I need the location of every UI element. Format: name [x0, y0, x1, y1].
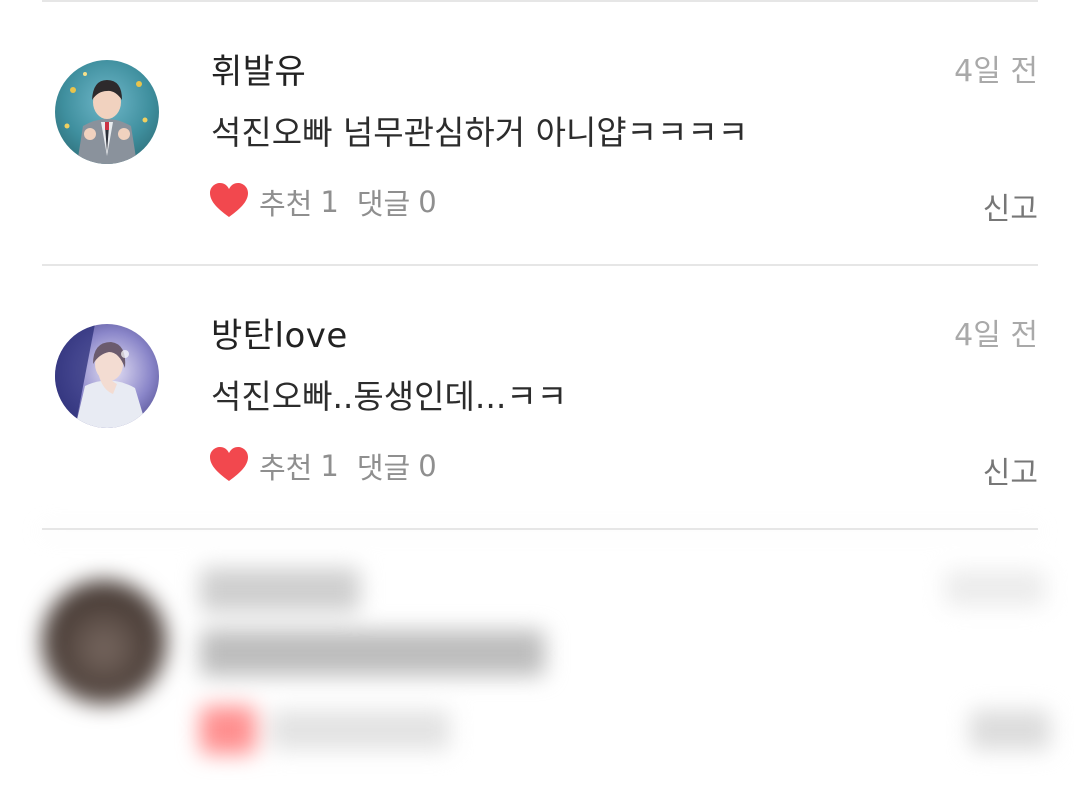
- username[interactable]: 방탄love: [211, 308, 348, 357]
- reply-count: 0: [418, 449, 437, 483]
- avatar[interactable]: [55, 324, 159, 428]
- heart-icon[interactable]: [209, 446, 249, 486]
- comment-text: 석진오빠..동생인데...ㅋㅋ: [211, 377, 568, 416]
- recommend-label[interactable]: 추천: [259, 445, 312, 487]
- timestamp-placeholder: [945, 570, 1045, 606]
- username[interactable]: 휘발유: [211, 44, 306, 93]
- timestamp: 4일 전: [954, 54, 1038, 89]
- comment-actions: 추천 1 댓글 0: [209, 444, 437, 488]
- comment-actions: 추천 1 댓글 0: [209, 180, 437, 224]
- comment-item: 휘발유 4일 전 석진오빠 넘무관심하거 아니얍ㅋㅋㅋㅋ 추천 1 댓글 0 신…: [0, 2, 1080, 264]
- recommend-count: 1: [320, 449, 339, 483]
- comment-text-placeholder: [200, 630, 545, 676]
- timestamp: 4일 전: [954, 318, 1038, 353]
- recommend-count: 1: [320, 185, 339, 219]
- heart-icon[interactable]: [209, 182, 249, 222]
- reply-label[interactable]: 댓글: [357, 181, 410, 223]
- comment-text: 석진오빠 넘무관심하거 아니얍ㅋㅋㅋㅋ: [211, 113, 749, 152]
- report-placeholder: [970, 710, 1050, 750]
- actions-placeholder: [270, 710, 450, 750]
- recommend-label[interactable]: 추천: [259, 181, 312, 223]
- username-placeholder: [200, 568, 360, 612]
- reply-count: 0: [418, 185, 437, 219]
- avatar-placeholder: [42, 580, 166, 704]
- comment-item: 방탄love 4일 전 석진오빠..동생인데...ㅋㅋ 추천 1 댓글 0 신고: [0, 266, 1080, 528]
- report-button[interactable]: 신고: [983, 448, 1038, 492]
- avatar[interactable]: [55, 60, 159, 164]
- reply-label[interactable]: 댓글: [357, 445, 410, 487]
- report-button[interactable]: 신고: [983, 184, 1038, 228]
- heart-icon: [200, 706, 256, 754]
- blurred-comment-item: [0, 530, 1080, 810]
